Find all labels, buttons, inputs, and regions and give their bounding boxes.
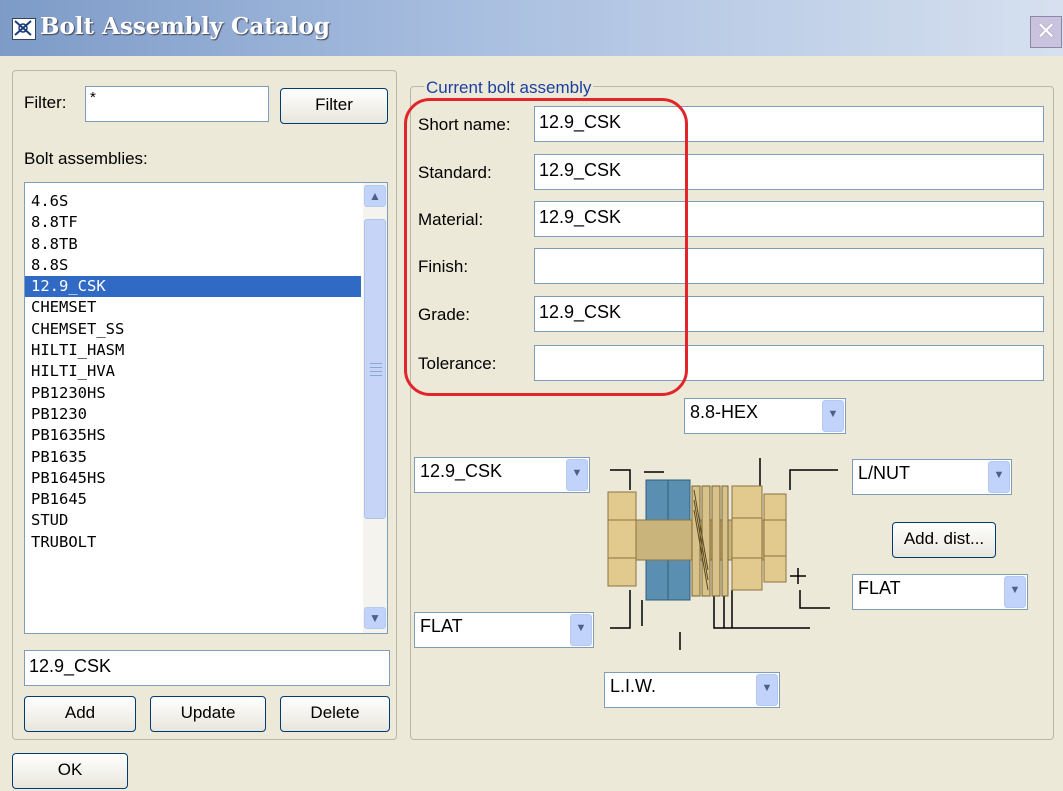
list-item[interactable]: PB1635HS	[25, 425, 361, 446]
list-item[interactable]: CHEMSET	[25, 297, 361, 318]
list-item[interactable]: PB1635	[25, 447, 361, 468]
ok-button[interactable]: OK	[12, 753, 128, 789]
list-item[interactable]: 12.9_CSK	[25, 276, 361, 298]
filter-button-label: Filter	[315, 95, 353, 114]
scroll-thumb[interactable]	[364, 219, 386, 519]
filter-input[interactable]: *	[85, 86, 269, 122]
add-dist-button[interactable]: Add. dist...	[892, 522, 996, 558]
selected-assembly-input[interactable]: 12.9_CSK	[24, 650, 390, 686]
right-top-combo-value: L/NUT	[858, 463, 911, 483]
list-item[interactable]: PB1230HS	[25, 383, 361, 404]
list-item[interactable]: 8.8TF	[25, 212, 361, 233]
list-item[interactable]: 4.6S	[25, 191, 361, 212]
update-button[interactable]: Update	[150, 696, 266, 732]
bottom-combo-value: L.I.W.	[610, 676, 657, 696]
left-bottom-combo[interactable]: FLAT ▼	[414, 612, 594, 648]
current-assembly-legend: Current bolt assembly	[424, 78, 594, 98]
add-button[interactable]: Add	[24, 696, 136, 732]
bolt-assemblies-label: Bolt assemblies:	[24, 149, 148, 168]
list-item[interactable]: TRUBOLT	[25, 532, 361, 553]
filter-button[interactable]: Filter	[280, 88, 388, 124]
chevron-down-icon[interactable]: ▼	[1004, 576, 1026, 608]
app-icon	[12, 18, 36, 40]
list-items: 4.6S 8.8TF 8.8TB 8.8S 12.9_CSK CHEMSET CHEMSET…	[25, 191, 361, 553]
bolt-assemblies-list[interactable]: 4.6S 8.8TF 8.8TB 8.8S 12.9_CSK CHEMSET CHEMSET…	[24, 182, 388, 634]
bolt-assembly-diagram	[607, 458, 838, 650]
right-bottom-combo-value: FLAT	[858, 578, 901, 598]
list-item[interactable]: PB1230	[25, 404, 361, 425]
chevron-down-icon[interactable]: ▼	[570, 614, 592, 646]
update-button-label: Update	[180, 703, 236, 722]
list-item[interactable]: 8.8S	[25, 255, 361, 276]
list-item[interactable]: STUD	[25, 510, 361, 531]
list-item[interactable]: HILTI_HVA	[25, 361, 361, 382]
scroll-up-button[interactable]: ▲	[364, 185, 386, 207]
left-top-combo[interactable]: 12.9_CSK ▼	[414, 457, 590, 493]
right-bottom-combo[interactable]: FLAT ▼	[852, 574, 1028, 610]
chevron-down-icon[interactable]: ▼	[822, 400, 844, 432]
bottom-combo[interactable]: L.I.W. ▼	[604, 672, 780, 708]
left-top-combo-value: 12.9_CSK	[420, 461, 503, 481]
list-item[interactable]: PB1645HS	[25, 468, 361, 489]
close-button[interactable]: ✕	[1030, 16, 1062, 48]
list-item[interactable]: HILTI_HASM	[25, 340, 361, 361]
chevron-down-icon[interactable]: ▼	[566, 459, 588, 491]
filter-label: Filter:	[24, 93, 67, 112]
chevron-down-icon[interactable]: ▼	[756, 674, 778, 706]
list-item[interactable]: PB1645	[25, 489, 361, 510]
ok-button-label: OK	[57, 760, 83, 779]
window-title: Bolt Assembly Catalog	[40, 13, 330, 40]
add-button-label: Add	[64, 703, 96, 722]
left-bottom-combo-value: FLAT	[420, 616, 463, 636]
title-bar: Bolt Assembly Catalog ✕	[0, 0, 1063, 56]
delete-button[interactable]: Delete	[280, 696, 390, 732]
scroll-down-button[interactable]: ▼	[364, 607, 386, 629]
head-combo[interactable]: 8.8-HEX ▼	[684, 398, 846, 434]
head-combo-value: 8.8-HEX	[690, 402, 759, 422]
list-scrollbar[interactable]: ▲ ▼	[363, 183, 387, 633]
list-item[interactable]: CHEMSET_SS	[25, 319, 361, 340]
delete-button-label: Delete	[310, 703, 360, 722]
chevron-down-icon[interactable]: ▼	[988, 461, 1010, 493]
right-top-combo[interactable]: L/NUT ▼	[852, 459, 1012, 495]
add-dist-button-label: Add. dist...	[903, 529, 985, 548]
list-item[interactable]: 8.8TB	[25, 234, 361, 255]
highlight-ring	[404, 98, 688, 396]
close-icon: ✕	[1035, 17, 1057, 45]
